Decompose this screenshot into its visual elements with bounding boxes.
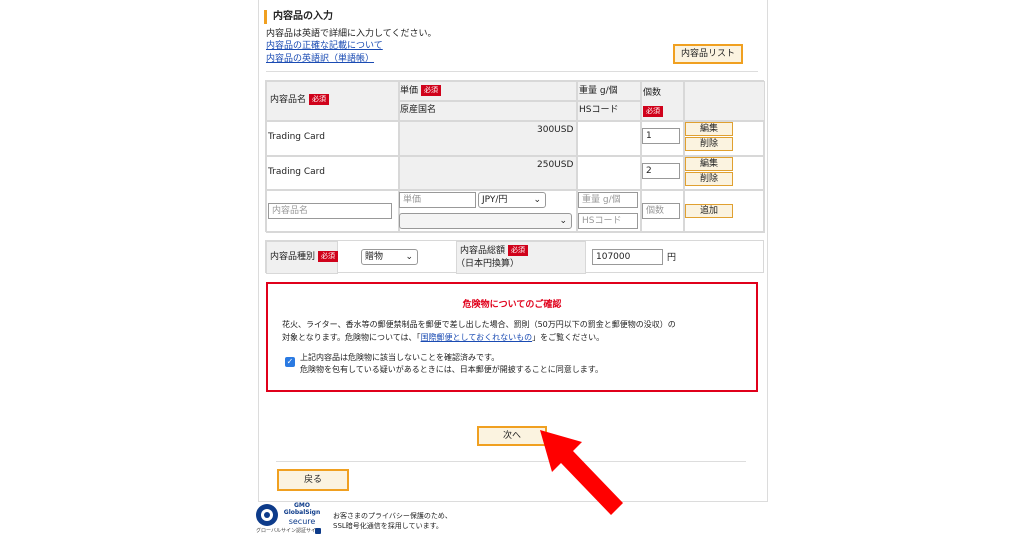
yen-unit: 円 xyxy=(667,253,677,263)
currency-select[interactable]: JPY/円 ⌄ xyxy=(478,192,546,208)
globalsign-secure: secure xyxy=(288,517,316,526)
chevron-down-icon: ⌄ xyxy=(559,216,567,226)
item-list-button[interactable]: 内容品リスト xyxy=(673,44,743,64)
globalsign-caption: グローバルサイン認証サイト xyxy=(256,528,321,534)
checkbox-label-2: 危険物を包有している疑いがあるときには、日本郵便が開披することに同意します。 xyxy=(300,365,603,374)
hazard-line1: 花火、ライター、香水等の郵便禁制品を郵便で差し出した場合、罰則（50万円以下の罰… xyxy=(282,320,676,329)
item-name: Trading Card xyxy=(268,132,325,142)
new-item-qty-input[interactable]: 個数 xyxy=(642,203,680,219)
divider xyxy=(276,461,746,462)
chevron-down-icon: ⌄ xyxy=(533,195,541,205)
required-badge: 必須 xyxy=(421,85,442,96)
item-qty-input[interactable]: 1 xyxy=(642,128,680,144)
delete-button[interactable]: 削除 xyxy=(685,137,733,151)
header-action-cell xyxy=(684,81,765,121)
section-title: 内容品の入力 xyxy=(264,10,333,24)
lock-icon xyxy=(315,528,321,534)
header-name: 内容品名 必須 xyxy=(270,94,330,106)
hazard-line2: 対象となります。危険物については、「国際郵便としておくれないもの」をご覧ください… xyxy=(282,333,605,342)
total-label-jpy: （日本円換算） xyxy=(456,259,520,269)
new-item-name-input[interactable]: 内容品名 xyxy=(268,203,392,219)
pointing-arrow-icon xyxy=(540,430,623,515)
header-qty: 個数 xyxy=(643,88,662,98)
globalsign-gmo: GMO xyxy=(294,502,310,509)
add-button[interactable]: 追加 xyxy=(685,204,733,218)
category-label: 内容品種別 必須 xyxy=(270,251,339,263)
checkbox-label-1: 上記内容品は危険物に該当しないことを確認済みです。 xyxy=(300,353,500,362)
row2-weight-cell xyxy=(577,156,641,190)
total-label: 内容品総額 必須 xyxy=(460,245,529,257)
header-price: 単価 必須 xyxy=(400,85,442,97)
new-item-weight-input[interactable]: 重量 g/個 xyxy=(578,192,638,208)
hazard-confirm-checkbox[interactable]: ✓ xyxy=(285,357,295,367)
item-price: 300USD xyxy=(537,125,574,135)
edit-button[interactable]: 編集 xyxy=(685,122,733,136)
header-weight: 重量 g/個 xyxy=(579,86,618,96)
back-button[interactable]: 戻る xyxy=(277,469,349,491)
category-select[interactable]: 贈物 ⌄ xyxy=(361,249,418,265)
globalsign-seal-icon xyxy=(256,504,278,526)
row1-weight-cell xyxy=(577,121,641,156)
divider xyxy=(266,71,758,72)
required-badge: 必須 xyxy=(318,251,339,262)
hazard-title: 危険物についてのご確認 xyxy=(462,300,562,310)
header-hs: HSコード xyxy=(579,105,619,115)
new-item-price-input[interactable]: 単価 xyxy=(399,192,476,208)
item-name: Trading Card xyxy=(268,167,325,177)
item-price: 250USD xyxy=(537,160,574,170)
required-badge: 必須 xyxy=(508,245,529,256)
header-origin: 原産国名 xyxy=(400,105,437,115)
new-item-hs-input[interactable]: HSコード xyxy=(578,213,638,229)
chevron-down-icon: ⌄ xyxy=(405,252,413,262)
ssl-note-1: お客さまのプライバシー保護のため、 xyxy=(333,512,452,520)
instruction-text: 内容品は英語で詳細に入力してください。 xyxy=(266,29,437,39)
glossary-link[interactable]: 内容品の英語訳（単語帳） xyxy=(266,53,374,65)
total-amount-input[interactable]: 107000 xyxy=(592,249,663,265)
origin-country-select[interactable]: ⌄ xyxy=(399,213,572,229)
edit-button[interactable]: 編集 xyxy=(685,157,733,171)
accurate-description-link[interactable]: 内容品の正確な記載について xyxy=(266,40,383,52)
qty-required: 必須 xyxy=(640,101,663,120)
required-badge: 必須 xyxy=(643,106,663,117)
prohibited-items-link[interactable]: 国際郵便としておくれないもの xyxy=(421,333,533,342)
required-badge: 必須 xyxy=(309,94,330,105)
ssl-note-2: SSL暗号化通信を採用しています。 xyxy=(333,522,443,530)
delete-button[interactable]: 削除 xyxy=(685,172,733,186)
globalsign-brand: GlobalSign xyxy=(283,509,321,516)
item-qty-input[interactable]: 2 xyxy=(642,163,680,179)
